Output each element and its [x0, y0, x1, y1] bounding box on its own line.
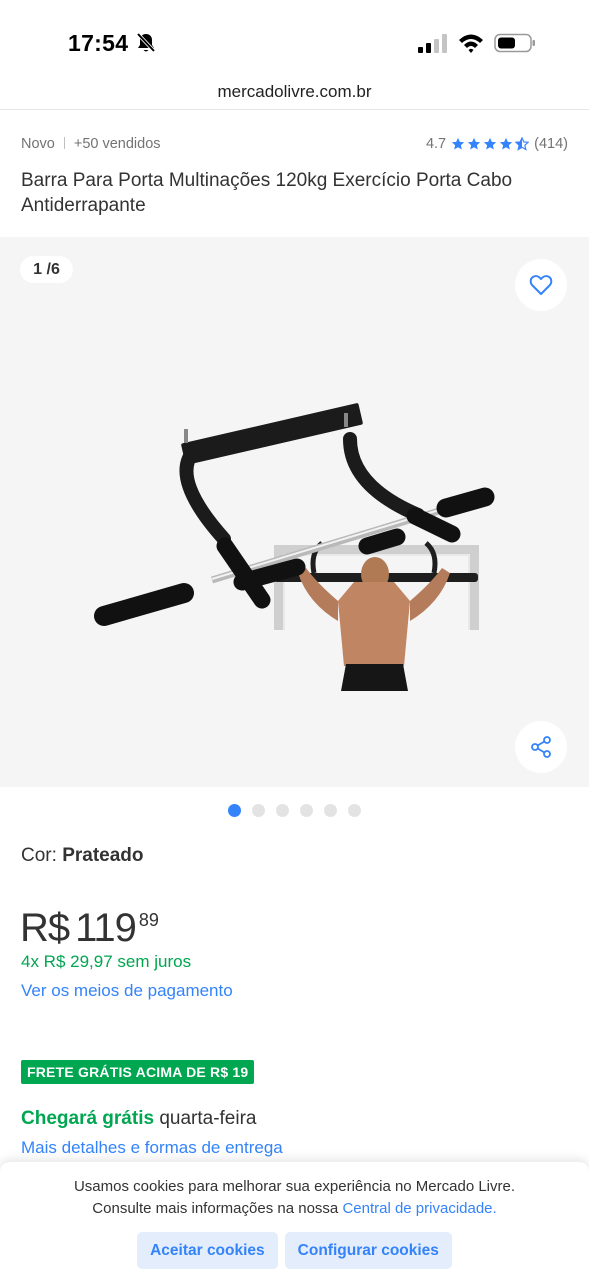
cookie-message: Usamos cookies para melhorar sua experiê…	[0, 1176, 589, 1220]
rating-value: 4.7	[425, 136, 447, 152]
cookie-banner: Usamos cookies para melhorar sua experiê…	[0, 1162, 589, 1280]
pagination-dot[interactable]	[348, 804, 361, 817]
accept-cookies-button[interactable]: Aceitar cookies	[137, 1232, 278, 1269]
status-bar: 17:54	[0, 0, 589, 78]
payment-methods-link[interactable]: Ver os meios de pagamento	[21, 981, 233, 1001]
price: R$ 119 89	[20, 905, 159, 951]
heart-icon	[529, 275, 553, 295]
review-count: (414)	[534, 136, 568, 152]
favorite-button[interactable]	[515, 259, 567, 311]
privacy-center-link[interactable]: Central de privacidade.	[342, 1200, 496, 1217]
divider	[63, 137, 65, 149]
wifi-icon	[459, 34, 483, 53]
product-meta-row: Novo +50 vendidos 4.7 (414)	[21, 136, 568, 158]
url-bar[interactable]: mercadolivre.com.br	[0, 78, 589, 110]
sold-count: +50 vendidos	[73, 136, 161, 152]
gallery-pagination[interactable]	[0, 804, 589, 817]
share-icon	[531, 736, 551, 758]
product-gallery[interactable]: 1 /6	[0, 237, 589, 787]
delivery-highlight: Chegará grátis	[21, 1108, 155, 1129]
pullup-bar-product	[94, 403, 495, 626]
cookie-line-2-text: Consulte mais informações na nossa	[92, 1200, 339, 1217]
price-integer: 119	[75, 906, 137, 950]
image-counter: 1 /6	[20, 256, 73, 283]
rating-summary[interactable]: 4.7 (414)	[426, 136, 568, 152]
cookie-actions: Aceitar cookies Configurar cookies	[0, 1232, 589, 1269]
pagination-dot[interactable]	[324, 804, 337, 817]
price-currency: R$	[20, 906, 70, 950]
pagination-dot[interactable]	[300, 804, 313, 817]
delivery-day: quarta-feira	[159, 1108, 257, 1129]
color-value: Prateado	[62, 845, 144, 866]
delivery-estimate: Chegará grátis quarta-feira	[21, 1108, 257, 1130]
free-shipping-badge: FRETE GRÁTIS ACIMA DE R$ 19	[21, 1060, 255, 1084]
star-full-icon	[484, 137, 497, 150]
condition-label: Novo	[21, 136, 55, 152]
signal-icon	[418, 34, 447, 53]
share-button[interactable]	[515, 721, 567, 773]
url-text: mercadolivre.com.br	[217, 82, 372, 101]
star-full-icon	[500, 137, 513, 150]
product-subtitle: Novo +50 vendidos	[21, 136, 161, 152]
pagination-dot[interactable]	[252, 804, 265, 817]
star-half-icon	[515, 137, 530, 151]
battery-icon	[494, 33, 535, 53]
color-label: Cor:	[21, 845, 57, 866]
product-photo[interactable]	[92, 321, 498, 711]
color-variant: Cor: Prateado	[21, 845, 144, 867]
price-cents: 89	[138, 910, 159, 930]
star-full-icon	[468, 137, 481, 150]
product-title: Barra Para Porta Multinações 120kg Exerc…	[21, 170, 513, 216]
delivery-details-link[interactable]: Mais detalhes e formas de entrega	[21, 1138, 283, 1158]
pagination-dot-active[interactable]	[228, 804, 241, 817]
configure-cookies-button[interactable]: Configurar cookies	[284, 1232, 452, 1269]
cookie-line-1: Usamos cookies para melhorar sua experiê…	[73, 1178, 516, 1195]
status-time: 17:54	[68, 30, 129, 56]
star-full-icon	[452, 137, 465, 150]
bell-slash-icon	[136, 32, 156, 53]
cookie-line-2: Consulte mais informações na nossa Centr…	[0, 1198, 589, 1220]
rating-stars	[451, 137, 530, 151]
pagination-dot[interactable]	[276, 804, 289, 817]
installments-text: 4x R$ 29,97 sem juros	[21, 952, 192, 971]
